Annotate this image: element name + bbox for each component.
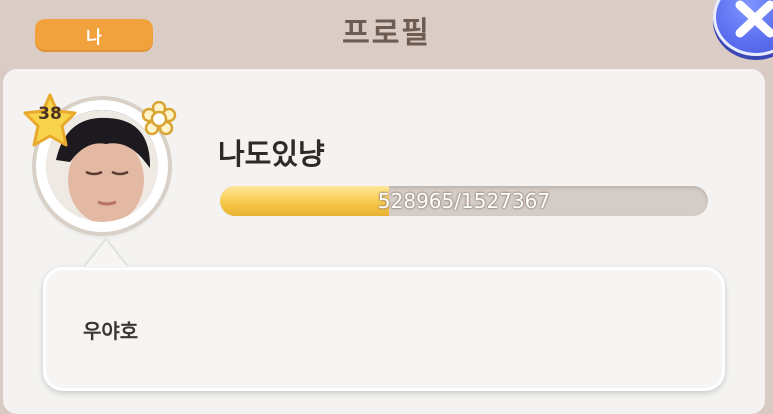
flower-icon (141, 101, 177, 136)
level-badge: 38 (38, 104, 62, 124)
status-message: 우야호 (83, 319, 139, 343)
exp-progress-bar: 528965/1527367 (220, 186, 708, 216)
status-bubble-tail (84, 240, 128, 268)
page-title: 프로필 (342, 16, 431, 51)
exp-progress-text: 528965/1527367 (377, 189, 551, 213)
status-bubble[interactable] (43, 267, 725, 391)
nickname: 나도있냥 (218, 137, 325, 171)
close-x-icon (735, 0, 773, 38)
